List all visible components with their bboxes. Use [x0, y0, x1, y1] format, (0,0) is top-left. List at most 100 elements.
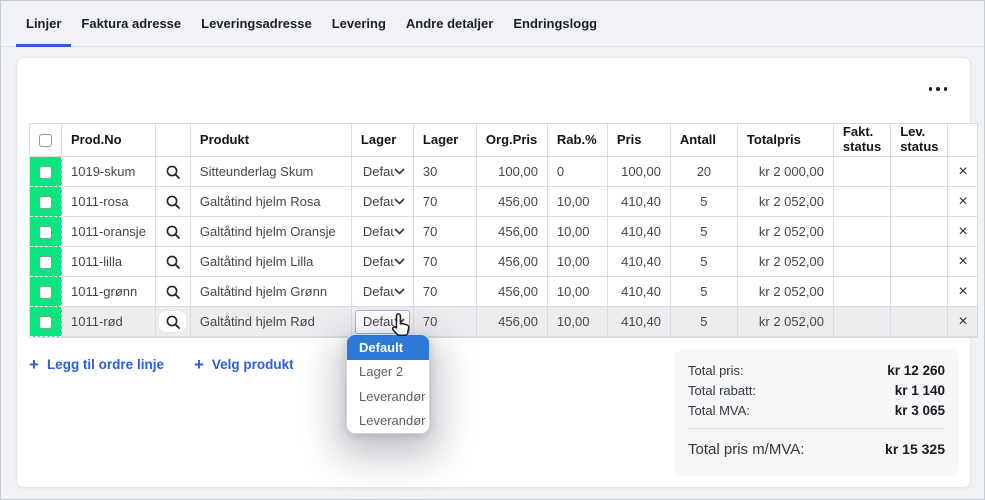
select-all-checkbox[interactable]	[39, 134, 52, 147]
cell-totalpris: kr 2 052,00	[738, 247, 834, 277]
cell-remove: ×	[948, 307, 977, 337]
totals-value: kr 3 065	[895, 403, 945, 418]
row-checkbox[interactable]	[39, 226, 52, 239]
table-body: 1019-skumSitteunderlag SkumDefault30100,…	[30, 157, 977, 337]
cell-lager: 30	[414, 157, 477, 187]
col-header-org_pris: Org.Pris	[477, 124, 548, 157]
cell-produkt: Galtåtind hjelm Grønn	[191, 277, 352, 307]
cell-pris: 410,40	[608, 217, 671, 247]
order-lines-table: Prod.NoProduktLagerLagerOrg.PrisRab.%Pri…	[29, 123, 978, 338]
col-header-prod_no: Prod.No	[62, 124, 156, 157]
cell-lager: 70	[414, 307, 477, 337]
remove-line-button[interactable]: ×	[948, 194, 977, 210]
row-checkbox[interactable]	[39, 196, 52, 209]
remove-line-button[interactable]: ×	[948, 284, 977, 300]
tab-bar: LinjerFaktura adresseLeveringsadresseLev…	[1, 1, 984, 47]
cell-lager_valg: Default	[352, 307, 414, 337]
cell-produkt: Sitteunderlag Skum	[191, 157, 352, 187]
grand-total-label: Total pris m/MVA:	[688, 441, 804, 458]
dropdown-option-leverandør-2[interactable]: Leverandør 2	[347, 409, 429, 434]
totals-value: kr 1 140	[895, 383, 945, 398]
magnifier-icon	[165, 194, 180, 209]
row-checkbox[interactable]	[39, 316, 52, 329]
grand-total-value: kr 15 325	[885, 441, 945, 458]
cell-lev_status	[891, 307, 948, 337]
cell-org_pris: 456,00	[477, 247, 548, 277]
table-row: 1011-rødGaltåtind hjelm RødDefault70456,…	[30, 307, 977, 337]
add-order-line-button[interactable]: + Legg til ordre linje	[29, 356, 164, 373]
cell-remove: ×	[948, 157, 977, 187]
col-header-produkt: Produkt	[191, 124, 352, 157]
product-search-button[interactable]	[159, 221, 186, 242]
cell-remove: ×	[948, 187, 977, 217]
choose-product-button[interactable]: + Velg produkt	[194, 356, 294, 373]
cell-rab: 0	[548, 157, 608, 187]
warehouse-select[interactable]: Default	[355, 250, 410, 274]
cell-fakt_status	[834, 247, 891, 277]
totals-row: Total MVA: kr 3 065	[688, 403, 945, 418]
remove-line-button[interactable]: ×	[948, 254, 977, 270]
dropdown-option-default[interactable]: Default	[347, 335, 429, 360]
remove-line-button[interactable]: ×	[948, 164, 977, 180]
tab-andre-detaljer[interactable]: Andre detaljer	[396, 1, 503, 46]
warehouse-select-value: Default	[363, 284, 394, 299]
ellipsis-icon	[929, 87, 933, 91]
tab-leveringsadresse[interactable]: Leveringsadresse	[191, 1, 322, 46]
cell-fakt_status	[834, 187, 891, 217]
cell-fakt_status	[834, 217, 891, 247]
cell-prod_no: 1011-rosa	[62, 187, 156, 217]
row-checkbox[interactable]	[39, 256, 52, 269]
cell-org_pris: 100,00	[477, 157, 548, 187]
dropdown-option-lager-2[interactable]: Lager 2	[347, 360, 429, 385]
remove-line-button[interactable]: ×	[948, 224, 977, 240]
more-options-button[interactable]	[921, 79, 955, 99]
cell-org_pris: 456,00	[477, 277, 548, 307]
cell-pris: 410,40	[608, 277, 671, 307]
cell-check	[30, 217, 62, 247]
dropdown-option-leverandør-1[interactable]: Leverandør 1	[347, 384, 429, 409]
col-header-search	[156, 124, 191, 157]
col-header-totalpris: Totalpris	[738, 124, 834, 157]
tab-faktura-adresse[interactable]: Faktura adresse	[71, 1, 191, 46]
warehouse-select[interactable]: Default	[355, 220, 410, 244]
order-page: { "tabs": [ { "label": "Linjer", "active…	[0, 0, 985, 500]
tab-endringslogg[interactable]: Endringslogg	[503, 1, 607, 46]
warehouse-select[interactable]: Default	[355, 160, 410, 184]
table-row: 1019-skumSitteunderlag SkumDefault30100,…	[30, 157, 977, 187]
warehouse-select[interactable]: Default	[355, 280, 410, 304]
warehouse-select[interactable]: Default	[355, 190, 410, 214]
cell-fakt_status	[834, 307, 891, 337]
totals-label: Total MVA:	[688, 403, 750, 418]
product-search-button[interactable]	[159, 281, 186, 302]
cell-antall: 5	[671, 307, 738, 337]
cell-produkt: Galtåtind hjelm Oransje	[191, 217, 352, 247]
cell-check	[30, 157, 62, 187]
row-checkbox[interactable]	[39, 166, 52, 179]
cell-totalpris: kr 2 052,00	[738, 217, 834, 247]
warehouse-select[interactable]: Default	[355, 310, 410, 334]
product-search-button[interactable]	[159, 311, 186, 332]
product-search-button[interactable]	[159, 251, 186, 272]
cell-search	[156, 187, 191, 217]
product-search-button[interactable]	[159, 161, 186, 182]
cell-totalpris: kr 2 052,00	[738, 277, 834, 307]
chevron-down-icon	[394, 197, 405, 206]
cell-produkt: Galtåtind hjelm Rosa	[191, 187, 352, 217]
tab-linjer[interactable]: Linjer	[16, 1, 71, 46]
cell-antall: 5	[671, 187, 738, 217]
cell-totalpris: kr 2 000,00	[738, 157, 834, 187]
cell-rab: 10,00	[548, 217, 608, 247]
table-row: 1011-lillaGaltåtind hjelm LillaDefault70…	[30, 247, 977, 277]
chevron-down-icon	[394, 227, 405, 236]
cell-check	[30, 187, 62, 217]
product-search-button[interactable]	[159, 191, 186, 212]
magnifier-icon	[165, 254, 180, 269]
chevron-down-icon	[394, 167, 405, 176]
cell-search	[156, 247, 191, 277]
remove-line-button[interactable]: ×	[948, 314, 977, 330]
chevron-down-icon	[394, 257, 405, 266]
cell-prod_no: 1011-oransje	[62, 217, 156, 247]
row-checkbox[interactable]	[39, 286, 52, 299]
tab-levering[interactable]: Levering	[322, 1, 396, 46]
grand-total-row: Total pris m/MVA: kr 15 325	[688, 441, 945, 458]
